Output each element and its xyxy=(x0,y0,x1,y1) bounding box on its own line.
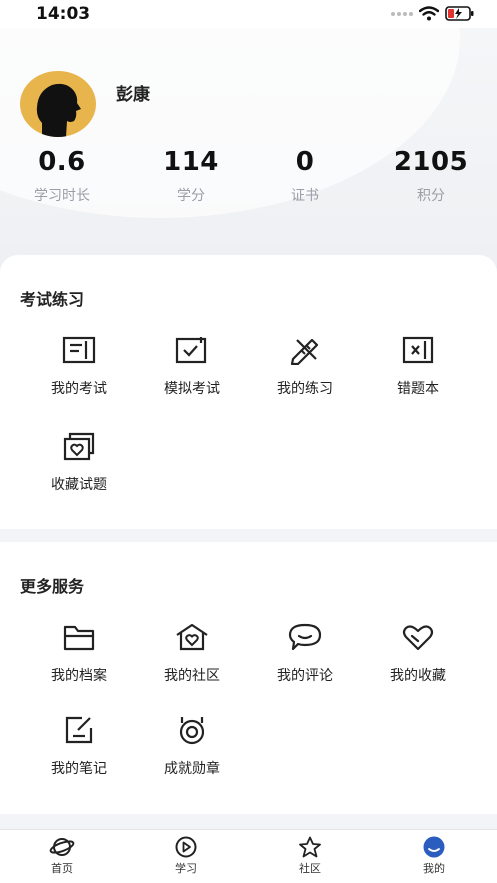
folder-icon xyxy=(63,625,95,651)
favorite-questions-label: 收藏试题 xyxy=(51,477,107,493)
tab-mine-label: 我的 xyxy=(423,862,445,875)
my-archive-button[interactable]: 我的档案 xyxy=(23,622,135,685)
tab-study[interactable]: 学习 xyxy=(146,836,226,876)
stat-label: 证书 xyxy=(291,188,319,204)
stat-value: 114 xyxy=(163,147,219,177)
stat-study-time[interactable]: 0.6 学习时长 xyxy=(7,147,117,205)
community-home-icon xyxy=(176,623,208,651)
my-archive-label: 我的档案 xyxy=(51,668,107,684)
profile-avatar-icon xyxy=(423,836,445,858)
wrong-book-label: 错题本 xyxy=(397,381,439,397)
cellular-signal-icon xyxy=(391,11,413,16)
favorite-questions-icon xyxy=(63,432,95,461)
stat-label: 学习时长 xyxy=(34,188,90,204)
achievement-medal-label: 成就勋章 xyxy=(164,761,220,777)
my-community-button[interactable]: 我的社区 xyxy=(136,622,248,685)
status-time: 14:03 xyxy=(36,4,91,24)
tab-study-label: 学习 xyxy=(175,862,197,875)
stat-value: 0.6 xyxy=(38,147,86,177)
tab-community-label: 社区 xyxy=(299,862,321,875)
tab-home-label: 首页 xyxy=(51,862,73,875)
star-icon xyxy=(299,836,321,858)
more-services-card: 更多服务 我的档案 我的社区 我的评论 我的收藏 我的笔记 成就勋章 xyxy=(0,542,497,814)
stat-points[interactable]: 2105 积分 xyxy=(376,147,486,205)
stat-certificates[interactable]: 0 证书 xyxy=(250,147,360,205)
pencil-ruler-icon xyxy=(290,338,319,365)
stat-value: 0 xyxy=(295,147,315,177)
stat-label: 积分 xyxy=(417,188,445,204)
my-comments-label: 我的评论 xyxy=(277,668,333,684)
mock-exam-icon xyxy=(175,337,207,364)
wrong-book-button[interactable]: 错题本 xyxy=(362,335,474,398)
stat-label: 学分 xyxy=(177,188,205,204)
my-favorites-label: 我的收藏 xyxy=(390,668,446,684)
my-notes-button[interactable]: 我的笔记 xyxy=(23,715,135,778)
exam-paper-icon xyxy=(62,336,96,364)
my-exam-label: 我的考试 xyxy=(51,381,107,397)
wrong-book-icon xyxy=(402,336,434,364)
mock-exam-label: 模拟考试 xyxy=(164,381,220,397)
comment-bubble-icon xyxy=(288,623,322,651)
favorite-questions-button[interactable]: 收藏试题 xyxy=(23,431,135,494)
username: 彭康 xyxy=(116,85,150,105)
my-practice-label: 我的练习 xyxy=(277,381,333,397)
exam-practice-card: 考试练习 我的考试 模拟考试 我的练习 错题本 收藏试题 xyxy=(0,255,497,529)
tab-mine[interactable]: 我的 xyxy=(394,836,474,876)
avatar-silhouette-icon xyxy=(36,83,81,137)
status-icons xyxy=(391,6,475,21)
avatar[interactable] xyxy=(20,71,96,137)
mock-exam-button[interactable]: 模拟考试 xyxy=(136,335,248,398)
my-comments-button[interactable]: 我的评论 xyxy=(249,622,361,685)
achievement-medal-button[interactable]: 成就勋章 xyxy=(136,715,248,778)
battery-charging-icon xyxy=(445,6,474,21)
home-planet-icon xyxy=(49,838,75,856)
my-community-label: 我的社区 xyxy=(164,668,220,684)
stat-value: 2105 xyxy=(393,147,469,177)
status-bar: 14:03 xyxy=(0,0,497,28)
my-notes-label: 我的笔记 xyxy=(51,761,107,777)
tab-home[interactable]: 首页 xyxy=(22,836,102,876)
section-title: 更多服务 xyxy=(20,577,85,596)
my-exam-button[interactable]: 我的考试 xyxy=(23,335,135,398)
tab-community[interactable]: 社区 xyxy=(270,836,350,876)
stat-credits[interactable]: 114 学分 xyxy=(136,147,246,205)
heart-icon xyxy=(402,625,434,651)
my-practice-button[interactable]: 我的练习 xyxy=(249,335,361,398)
play-circle-icon xyxy=(175,836,197,858)
medal-icon xyxy=(179,717,205,745)
section-title: 考试练习 xyxy=(20,290,85,309)
my-favorites-button[interactable]: 我的收藏 xyxy=(362,622,474,685)
wifi-icon xyxy=(419,6,439,21)
note-edit-icon xyxy=(65,716,93,744)
bottom-tab-bar: 首页 学习 社区 我的 xyxy=(0,829,497,883)
